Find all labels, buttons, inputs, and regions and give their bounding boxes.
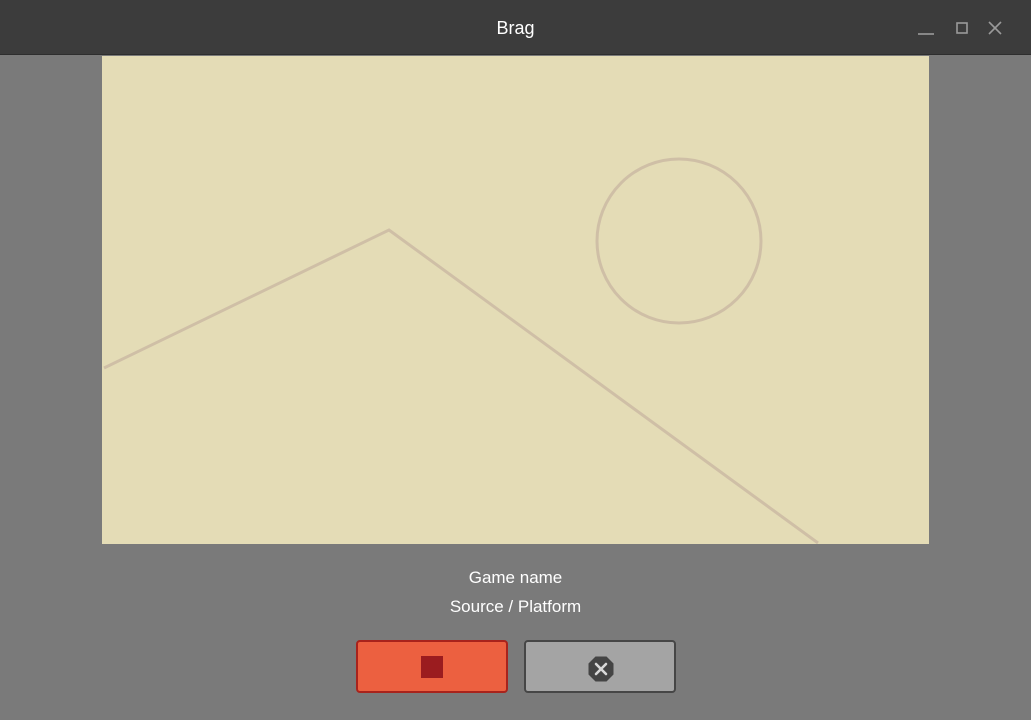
placeholder-sun — [595, 157, 763, 325]
minimize-icon — [918, 33, 934, 35]
maximize-button[interactable] — [951, 18, 973, 40]
minimize-button[interactable] — [915, 18, 937, 40]
placeholder-mountain — [103, 228, 819, 544]
window-title: Brag — [496, 18, 535, 38]
title-bar: Brag — [0, 0, 1031, 55]
close-button[interactable] — [984, 18, 1006, 40]
maximize-icon — [956, 22, 968, 34]
stop-square-icon — [421, 656, 443, 678]
game-preview — [102, 56, 929, 544]
cancel-button[interactable] — [524, 640, 676, 693]
stop-recording-button[interactable] — [356, 640, 508, 693]
image-placeholder-icon — [103, 157, 819, 544]
close-icon — [988, 21, 1002, 35]
cancel-octagon-icon — [587, 655, 615, 683]
game-name: Game name — [468, 568, 563, 587]
game-source-platform: Source / Platform — [449, 597, 582, 616]
